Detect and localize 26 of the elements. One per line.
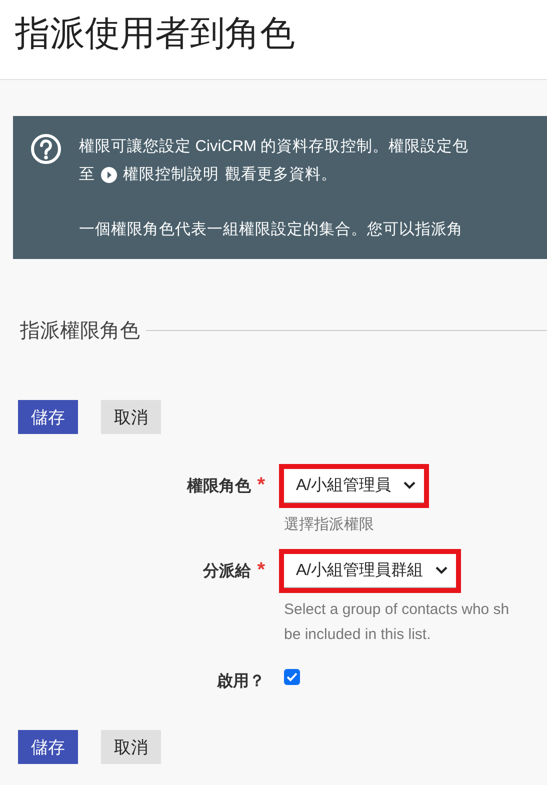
help-text: 一個權限角色代表一組權限設定的集合。您可以指派角 — [79, 220, 464, 240]
help-text: 至 — [79, 165, 95, 185]
play-circle-icon — [101, 167, 117, 183]
field-label: 啟用？ — [217, 672, 265, 692]
field-description: be included in this list. — [284, 625, 432, 645]
checkbox[interactable] — [284, 669, 300, 685]
required-mark: * — [257, 476, 265, 497]
save-button[interactable]: 儲存 — [18, 400, 78, 434]
cancel-button[interactable]: 取消 — [101, 400, 161, 434]
field-label: 權限角色 — [187, 476, 252, 497]
cancel-button[interactable]: 取消 — [101, 730, 161, 764]
chevron-down-icon — [435, 566, 448, 575]
field-label: 分派給 — [203, 562, 252, 582]
page-title: 指派使用者到角色 — [15, 13, 295, 55]
chevron-down-icon — [403, 481, 416, 490]
field-description: 選擇指派權限 — [284, 515, 375, 535]
field-description: Select a group of contacts who sh — [284, 600, 510, 620]
select-field[interactable]: A/小組管理員 — [284, 469, 424, 503]
help-text: 權限可讓您設定 CiviCRM 的資料存取控制。權限設定包 — [79, 137, 469, 157]
select-field[interactable]: A/小組管理員群組 — [284, 554, 456, 588]
required-mark: * — [257, 561, 265, 582]
save-button[interactable]: 儲存 — [18, 730, 78, 764]
help-text: 觀看更多資料。 — [225, 165, 337, 185]
help-icon — [30, 133, 62, 165]
help-link[interactable]: 權限控制說明 — [123, 161, 219, 189]
fieldset-legend: 指派權限角色 — [20, 317, 140, 344]
